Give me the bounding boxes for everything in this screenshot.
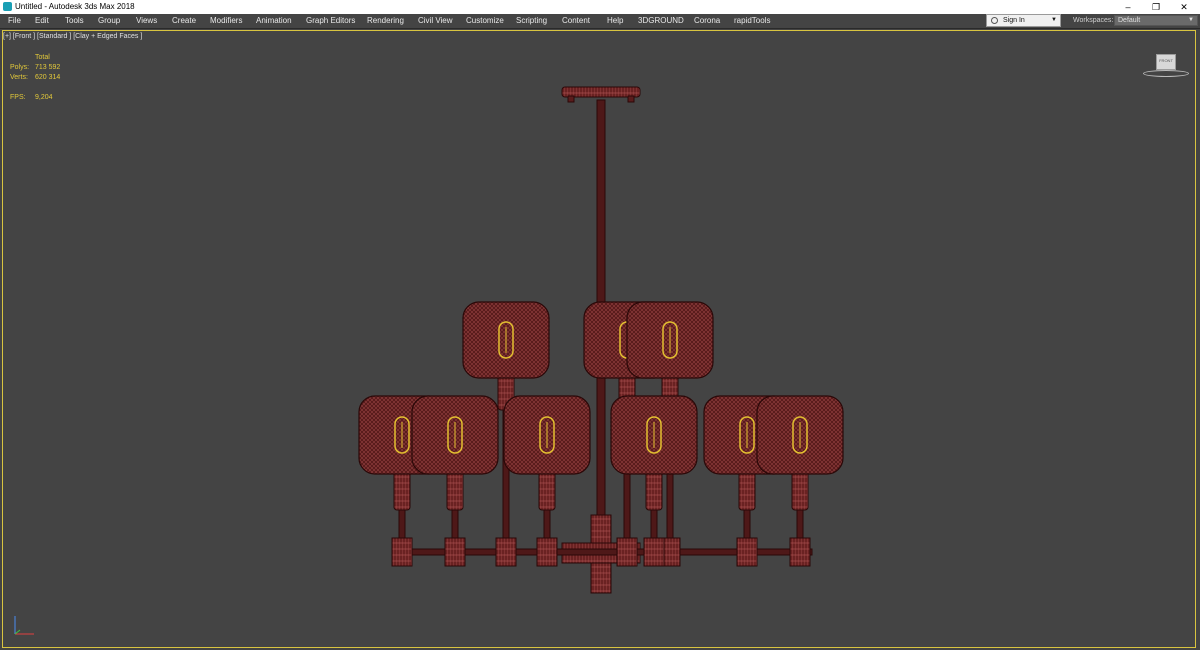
arm-collar [391, 537, 413, 567]
canopy-clip [627, 95, 635, 103]
chandelier-model[interactable] [0, 0, 1200, 650]
lamp-socket [393, 469, 411, 511]
arm-collar [789, 537, 811, 567]
lamp-socket [645, 469, 663, 511]
arm-collar [444, 537, 466, 567]
arm-collar [643, 537, 665, 567]
canopy-clip [567, 95, 575, 103]
arm-collar [495, 537, 517, 567]
arm-collar [736, 537, 758, 567]
arm-collar [536, 537, 558, 567]
arm-collar [616, 537, 638, 567]
lamp-socket [446, 469, 464, 511]
lamp-socket [791, 469, 809, 511]
lamp-socket [738, 469, 756, 511]
lamp-socket [538, 469, 556, 511]
